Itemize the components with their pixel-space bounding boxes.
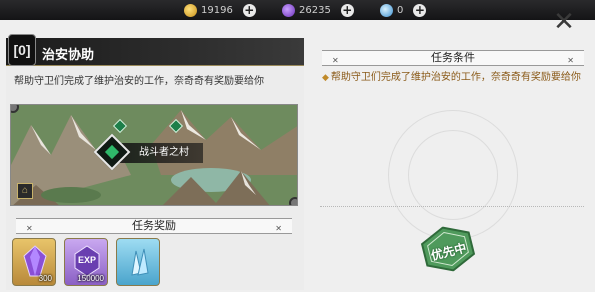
reward-item-blue-crystal[interactable] <box>116 238 160 286</box>
ornament-icon: ✕ <box>332 56 339 65</box>
crystal-icon <box>380 3 393 17</box>
gold-amount: 19196 <box>201 4 233 16</box>
reward-item-purple-crystal[interactable]: 300 <box>12 238 56 286</box>
rewards-section-header: ✕ 任务奖励 ✕ <box>16 218 292 234</box>
blue-crystal-icon <box>131 248 149 276</box>
quest-description: 帮助守卫们完成了维护治安的工作，奈奇奇有奖励要给你 <box>14 76 264 87</box>
reward-list: 300 EXP 150000 <box>12 238 160 286</box>
conditions-section-title: 任务条件 <box>431 52 475 64</box>
quest-title: 治安协助 <box>42 47 95 62</box>
gem-amount: 26235 <box>299 4 331 16</box>
ornament-icon: ✕ <box>26 224 33 233</box>
rewards-section-title: 任务奖励 <box>132 220 176 232</box>
gem-resource: 26235 + <box>282 2 354 18</box>
resource-bar: 19196 + 26235 + 0 + <box>0 0 595 20</box>
condition-text: 帮助守卫们完成了维护治安的工作，奈奇奇有奖励要给你 <box>330 72 581 83</box>
add-crystal-button[interactable]: + <box>413 3 427 17</box>
condition-item: ◆ 帮助守卫们完成了维护治安的工作，奈奇奇有奖励要给你 <box>322 70 584 85</box>
map-corner-ornament <box>289 197 297 205</box>
purple-gem-icon <box>282 3 295 17</box>
gold-resource: 19196 + <box>184 2 256 18</box>
conditions-section-header: ✕ 任务条件 ✕ <box>322 50 584 66</box>
reward-qty: 150000 <box>77 274 104 283</box>
add-gold-button[interactable]: + <box>242 3 256 17</box>
map-side-icon[interactable]: ⌂ <box>17 183 33 199</box>
diamond-bullet-icon: ◆ <box>322 72 329 82</box>
ornament-icon: ✕ <box>275 224 282 233</box>
ornament-icon: ✕ <box>567 56 574 65</box>
quest-detail-panel: [0] 治安协助 帮助守卫们完成了维护治安的工作，奈奇奇有奖励要给你 战斗者之村… <box>6 34 304 290</box>
close-icon[interactable]: ✕ <box>549 6 579 36</box>
quest-map[interactable]: 战斗者之村 ⌂ <box>10 104 298 206</box>
crystal-resource: 0 + <box>380 2 427 18</box>
quest-emblem-icon: [0] <box>8 34 36 66</box>
add-gem-button[interactable]: + <box>340 3 354 17</box>
purple-crystal-icon <box>23 245 47 277</box>
crystal-amount: 0 <box>397 4 404 16</box>
reward-item-exp-crystal[interactable]: EXP 150000 <box>64 238 108 286</box>
exp-label: EXP <box>77 255 96 265</box>
gold-coin-icon <box>184 3 197 17</box>
quest-header: [0] 治安协助 <box>6 34 304 66</box>
divider <box>320 206 584 207</box>
reward-qty: 300 <box>38 274 52 283</box>
quest-conditions-panel: ✕ 任务条件 ✕ ◆ 帮助守卫们完成了维护治安的工作，奈奇奇有奖励要给你 优先中 <box>318 40 588 290</box>
